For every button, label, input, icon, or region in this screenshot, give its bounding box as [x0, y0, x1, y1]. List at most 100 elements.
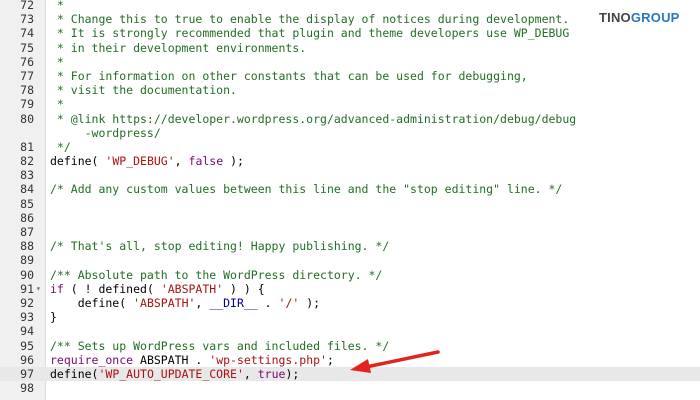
code-token: * It is strongly recommended that plugin… [50, 26, 570, 41]
code-text: */ [50, 140, 71, 154]
code-token: -wordpress/ [50, 125, 161, 140]
code-token: '/' [278, 295, 300, 310]
code-text: if ( ! defined( 'ABSPATH' ) ) { [50, 282, 265, 296]
code-line[interactable]: 77 * For information on other constants … [0, 69, 700, 83]
code-text: /* That's all, stop editing! Happy publi… [50, 239, 389, 253]
code-token: * [50, 97, 64, 112]
code-token: /** Sets up WordPress vars and included … [50, 338, 390, 353]
code-line[interactable]: 72 * [0, 0, 700, 12]
code-token: ( [146, 281, 161, 296]
code-line[interactable]: 84 /* Add any custom values between this … [0, 182, 700, 196]
line-number: 81 [20, 139, 34, 154]
line-number: 78 [20, 83, 34, 98]
code-token: if [50, 281, 64, 296]
code-token: * [50, 0, 64, 12]
code-token: * Change this to true to enable the disp… [50, 12, 570, 27]
code-token: /* That's all, stop editing! Happy publi… [50, 239, 390, 254]
line-number: 95 [20, 338, 34, 353]
line-number: 77 [20, 68, 34, 83]
code-text: * visit the documentation. [50, 83, 237, 97]
code-line[interactable]: 80 * @link https://developer.wordpress.o… [0, 112, 700, 126]
code-token: * visit the documentation. [50, 83, 237, 98]
code-token: __DIR__ [209, 295, 258, 310]
code-token: define [50, 366, 92, 381]
code-text: require_once ABSPATH . 'wp-settings.php'… [50, 353, 334, 367]
code-line[interactable]: 88 /* That's all, stop editing! Happy pub… [0, 239, 700, 253]
code-line[interactable]: 87 [0, 225, 700, 239]
line-number: 94 [20, 324, 34, 339]
code-text: * in their development environments. [50, 41, 306, 55]
code-token: 'ABSPATH' [160, 281, 224, 296]
code-line[interactable]: 78 * visit the documentation. [0, 83, 700, 97]
logo-text-a: TINO [599, 10, 631, 25]
code-token: define [50, 154, 92, 169]
code-line[interactable]: 90 /** Absolute path to the WordPress dir… [0, 268, 700, 282]
line-number: 96 [20, 352, 34, 367]
code-text: /* Add any custom values between this li… [50, 182, 562, 196]
code-text: * Change this to true to enable the disp… [50, 12, 569, 26]
line-number: 91 [20, 281, 34, 296]
code-token: 'WP_DEBUG' [105, 154, 175, 169]
code-line[interactable]: 93} [0, 310, 700, 324]
code-line[interactable]: 94 [0, 324, 700, 338]
line-number: 89 [20, 253, 34, 268]
code-line[interactable]: 86 [0, 211, 700, 225]
code-line[interactable]: 79 * [0, 97, 700, 111]
code-line[interactable]: 81 */ [0, 140, 700, 154]
line-number: 80 [20, 111, 34, 126]
code-text: /** Absolute path to the WordPress direc… [50, 268, 382, 282]
code-line[interactable]: 92 define( 'ABSPATH', __DIR__ . '/' ); [0, 296, 700, 310]
line-number: 72 [20, 0, 34, 12]
code-token: /* Add any custom values between this li… [50, 182, 563, 197]
code-token: ABSPATH . [133, 352, 210, 367]
line-number: 88 [20, 239, 34, 254]
code-text: } [50, 310, 57, 324]
code-line[interactable]: -wordpress/ [0, 126, 700, 140]
code-token: * @link https://developer.wordpress.org/… [50, 111, 577, 126]
code-line[interactable]: 83 [0, 168, 700, 182]
code-token: . [257, 295, 279, 310]
code-line[interactable]: 73 * Change this to true to enable the d… [0, 12, 700, 26]
code-text: * It is strongly recommended that plugin… [50, 26, 569, 40]
line-number: 74 [20, 26, 34, 41]
code-token: , [243, 366, 258, 381]
code-token: /** Absolute path to the WordPress direc… [50, 267, 383, 282]
line-number: 92 [20, 295, 34, 310]
code-line[interactable]: 82 define( 'WP_DEBUG', false ); [0, 154, 700, 168]
code-token: 'WP_AUTO_UPDATE_CORE' [98, 366, 244, 381]
code-token: * [50, 54, 64, 69]
line-number: 79 [20, 97, 34, 112]
code-line[interactable]: 91 ▾ if ( ! defined( 'ABSPATH' ) ) { [0, 282, 700, 296]
code-token: ); [223, 154, 244, 169]
code-lines[interactable]: 72 * 73 * Change this to true to enable t… [0, 0, 700, 395]
code-line[interactable]: 76 * [0, 55, 700, 69]
code-token: * For information on other constants tha… [50, 68, 528, 83]
code-line[interactable]: 75 * in their development environments. [0, 41, 700, 55]
line-number: 73 [20, 12, 34, 27]
line-number: 98 [20, 381, 34, 396]
code-token: defined [98, 281, 147, 296]
code-text: /** Sets up WordPress vars and included … [50, 339, 389, 353]
line-number: 93 [20, 310, 34, 325]
code-text: define( 'ABSPATH', __DIR__ . '/' ); [50, 296, 320, 310]
code-text: * [50, 97, 64, 111]
code-line[interactable]: 89 [0, 253, 700, 267]
line-number: 86 [20, 210, 34, 225]
line-number: 90 [20, 267, 34, 282]
code-text: * [50, 0, 64, 12]
code-line[interactable]: 74 * It is strongly recommended that plu… [0, 26, 700, 40]
line-number: 97 [20, 366, 34, 381]
code-line[interactable]: 85 [0, 197, 700, 211]
code-line[interactable]: 98 [0, 381, 700, 395]
line-number: 83 [20, 168, 34, 183]
logo-text-b: GROUP [630, 10, 680, 25]
fold-toggle-icon[interactable]: ▾ [36, 282, 41, 296]
code-token: 'wp-settings.php' [209, 352, 327, 367]
code-token: ; [326, 352, 334, 367]
code-token: , [174, 154, 189, 169]
code-token: , [195, 295, 210, 310]
line-number: 76 [20, 54, 34, 69]
code-token: false [188, 154, 224, 169]
code-token: } [50, 310, 57, 325]
code-token: require_once [50, 352, 134, 367]
